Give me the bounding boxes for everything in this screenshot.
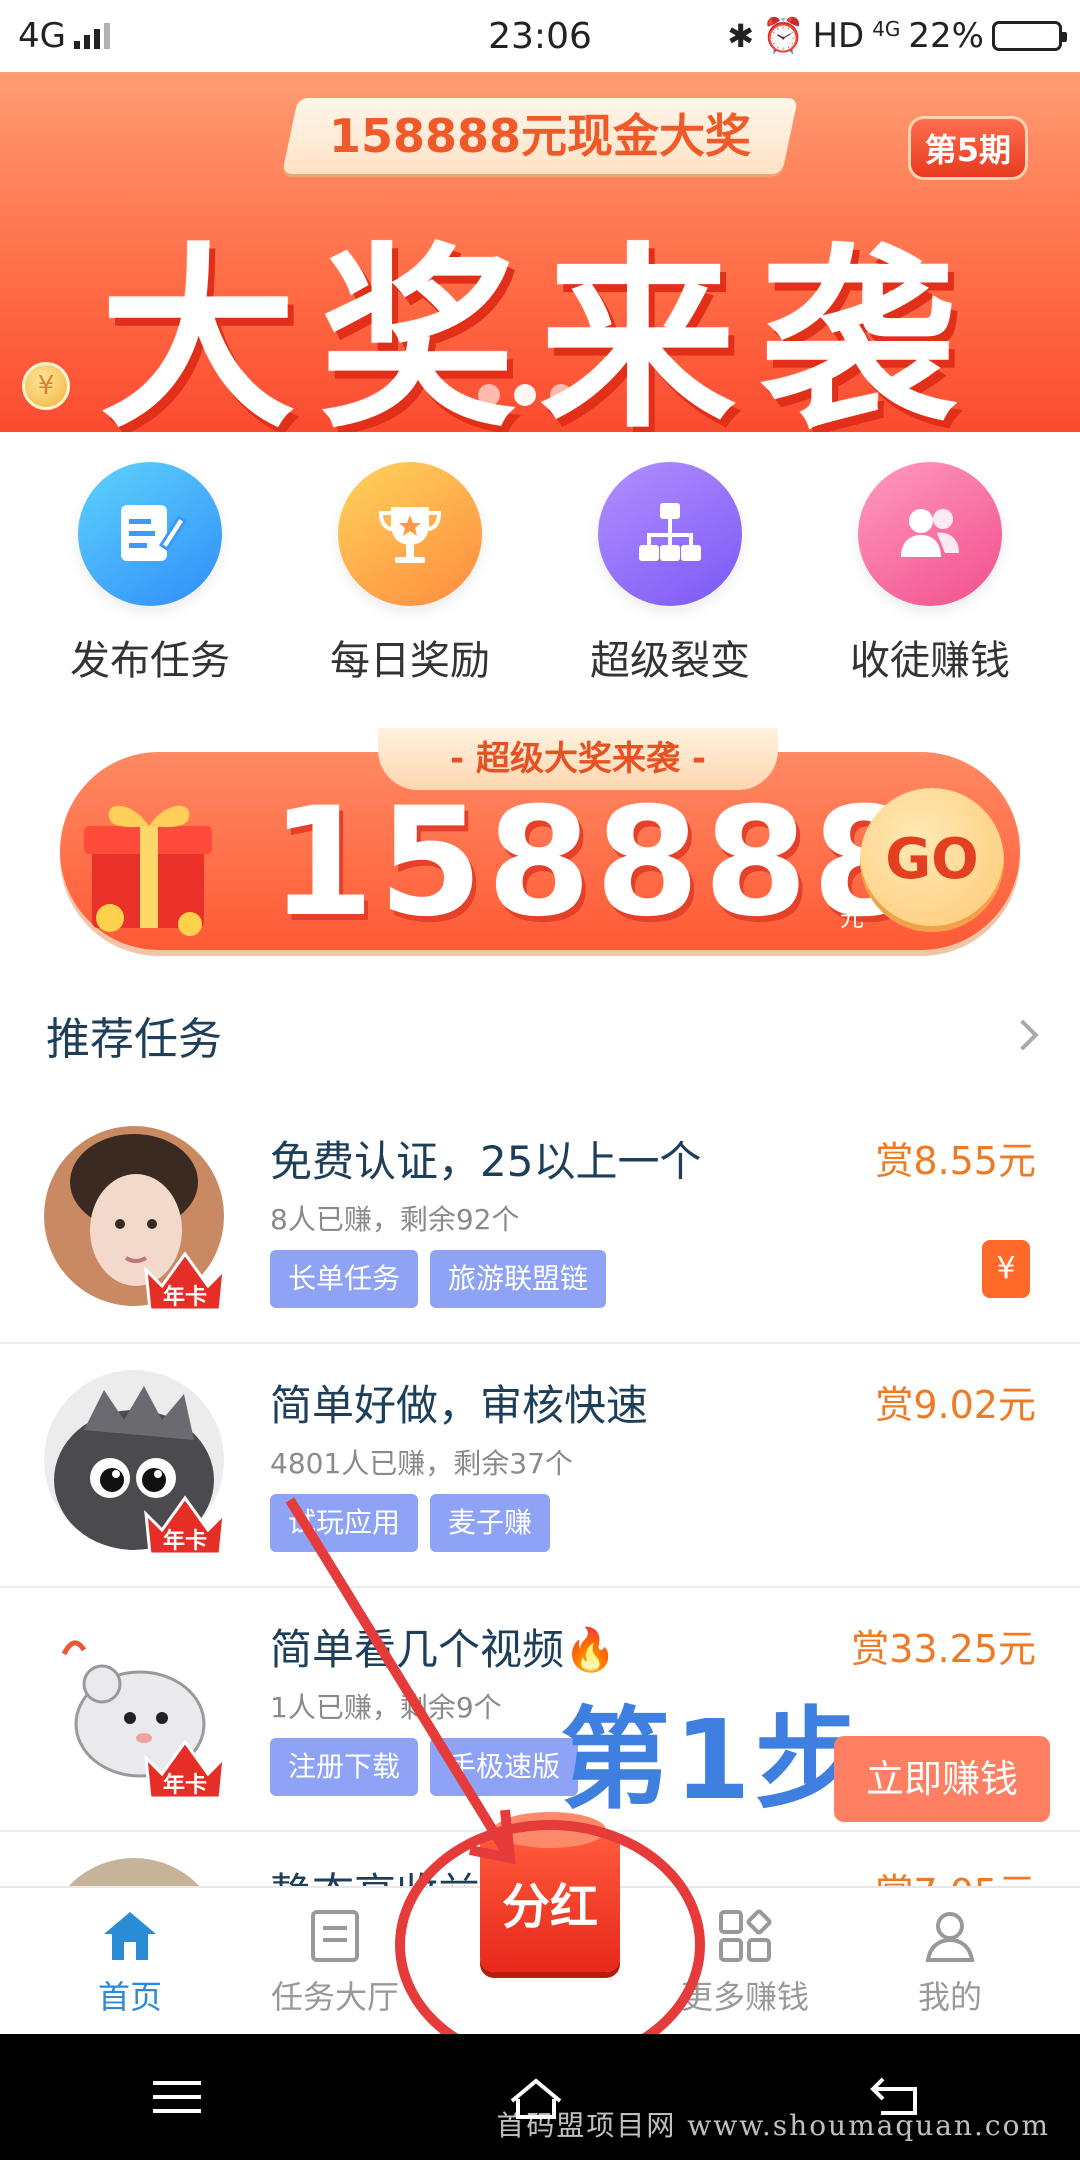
watermark: 首码盟项目网 www.shoumaquan.com	[496, 2109, 1050, 2142]
step-label: 第1步	[560, 1696, 869, 1824]
recommended-header[interactable]: 推荐任务	[0, 980, 1080, 1090]
crown-label: 年卡	[163, 1772, 207, 1798]
quick-item-super-fission[interactable]: 超级裂变	[550, 462, 790, 702]
coin-icon: ¥	[22, 362, 70, 410]
task-reward: 赏8.55元	[875, 1139, 1036, 1183]
yuan-icon: ¥	[982, 1240, 1030, 1298]
task-title: 免费认证，25以上一个	[270, 1137, 702, 1186]
nav-me[interactable]: 我的	[860, 1888, 1040, 2034]
task-reward: 赏9.02元	[875, 1383, 1036, 1427]
banner-pagination	[478, 384, 572, 406]
nav-label: 更多赚钱	[680, 1978, 809, 2016]
crown-icon: 年卡	[140, 1728, 230, 1808]
quick-label: 每日奖励	[330, 638, 490, 684]
network-tree-icon	[598, 462, 742, 606]
task-tag: 长单任务	[270, 1250, 419, 1308]
task-reward: 赏33.25元	[851, 1627, 1036, 1671]
task-tags: 长单任务 旅游联盟链	[270, 1250, 607, 1308]
banner-dot[interactable]	[550, 384, 572, 406]
recommended-title: 推荐任务	[46, 1014, 222, 1065]
quick-item-recruit[interactable]: 收徒赚钱	[810, 462, 1050, 702]
promo-banner[interactable]: 158888元现金大奖 第5期 大奖来袭 ¥	[0, 72, 1080, 432]
task-stats: 4801人已赚，剩余37个	[270, 1447, 573, 1480]
crown-label: 年卡	[163, 1528, 207, 1554]
banner-issue-badge: 第5期	[907, 116, 1028, 180]
go-button[interactable]: GO	[860, 788, 1004, 932]
task-stats: 1人已赚，剩余9个	[270, 1691, 502, 1724]
battery-icon	[992, 21, 1067, 51]
status-time: 23:06	[488, 16, 592, 57]
crown-label: 年卡	[163, 1284, 207, 1310]
jackpot-promo[interactable]: - 超级大奖来袭 - 158888 元 GO	[60, 728, 1020, 950]
task-tag: 注册下载	[270, 1738, 419, 1796]
apps-icon	[719, 1909, 772, 1962]
banner-prize-text: 158888元现金大奖	[328, 109, 752, 163]
edit-document-icon	[78, 462, 222, 606]
users-icon	[858, 462, 1002, 606]
trophy-icon	[338, 462, 482, 606]
task-stats: 8人已赚，剩余92个	[270, 1203, 520, 1236]
crown-icon: 年卡	[140, 1484, 230, 1564]
promo-amount: 158888	[270, 776, 921, 950]
banner-prize-pill: 158888元现金大奖	[281, 98, 799, 174]
home-icon	[104, 1912, 156, 1960]
task-title: 简单好做，审核快速	[270, 1381, 649, 1430]
menu-icon[interactable]	[149, 2075, 205, 2119]
quick-item-daily-reward[interactable]: 每日奖励	[290, 462, 530, 702]
task-tag: 手极速版	[430, 1738, 579, 1796]
document-icon	[311, 1910, 359, 1962]
quick-menu: 发布任务 每日奖励 超级裂变 收徒赚钱	[0, 432, 1080, 702]
quick-label: 发布任务	[70, 638, 230, 684]
quick-item-publish-task[interactable]: 发布任务	[30, 462, 270, 702]
nav-dividend[interactable]: 分红	[480, 1808, 620, 1978]
task-tag: 旅游联盟链	[430, 1250, 607, 1308]
quick-label: 超级裂变	[590, 638, 750, 684]
task-tags: 试玩应用 麦子赚	[270, 1494, 551, 1552]
crown-icon: 年卡	[140, 1240, 230, 1320]
nav-task-hall[interactable]: 任务大厅	[245, 1888, 425, 2034]
task-row[interactable]: 年卡 简单好做，审核快速 赏9.02元 4801人已赚，剩余37个 试玩应用 麦…	[0, 1344, 1080, 1588]
status-bar: 4G 23:06 ✱ ⏰ HD 4G 22%	[0, 0, 1080, 72]
task-title: 简单看几个视频🔥	[270, 1625, 617, 1674]
chevron-right-icon[interactable]	[1007, 1019, 1039, 1051]
banner-dot[interactable]	[478, 384, 500, 406]
nav-label: 首页	[97, 1978, 162, 2016]
earn-now-button[interactable]: 立即赚钱	[834, 1736, 1050, 1822]
user-icon	[925, 1912, 975, 1962]
banner-dot-active[interactable]	[514, 384, 536, 406]
promo-unit: 元	[840, 904, 864, 932]
task-tag: 麦子赚	[430, 1494, 551, 1552]
nav-more-earn[interactable]: 更多赚钱	[655, 1888, 835, 2034]
task-row[interactable]: 年卡 免费认证，25以上一个 赏8.55元 8人已赚，剩余92个 长单任务 旅游…	[0, 1100, 1080, 1344]
gift-box-icon	[70, 778, 230, 938]
task-tags: 注册下载 手极速版	[270, 1738, 579, 1796]
nav-home[interactable]: 首页	[40, 1888, 220, 2034]
quick-label: 收徒赚钱	[850, 638, 1010, 684]
nav-label: 任务大厅	[270, 1978, 399, 2016]
task-tag: 试玩应用	[270, 1494, 419, 1552]
nav-label: 我的	[917, 1978, 982, 2016]
dividend-red-packet-button[interactable]: 分红	[480, 1812, 620, 1972]
